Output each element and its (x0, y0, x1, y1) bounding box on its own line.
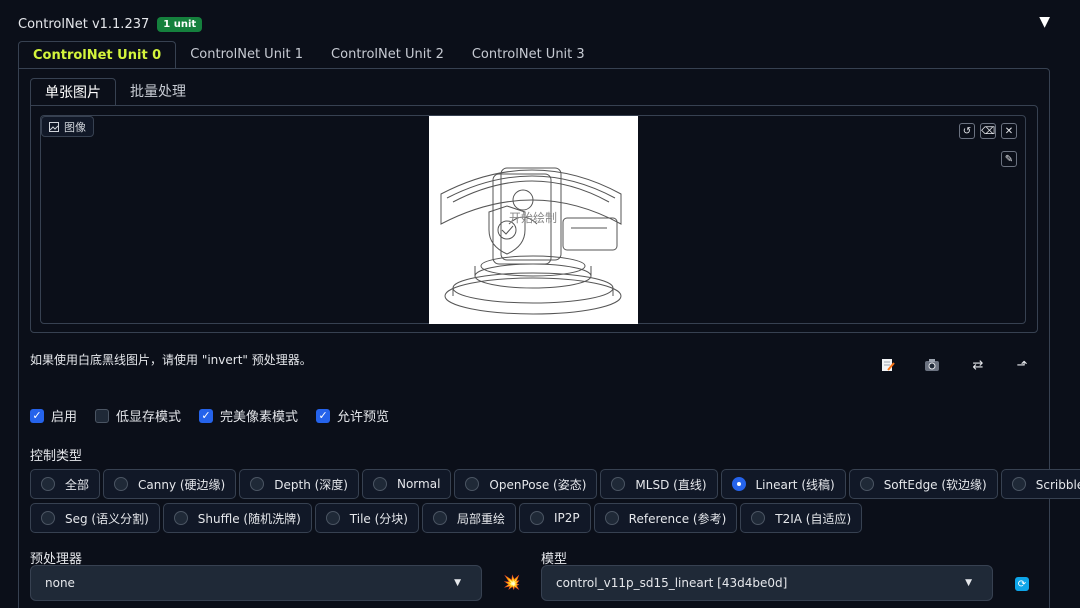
radio-seg[interactable]: Seg (语义分割) (30, 503, 160, 533)
chevron-down-icon: ▼ (454, 578, 461, 588)
image-label: 图像 (41, 116, 94, 137)
control-type-row-2: Seg (语义分割) Shuffle (随机洗牌) Tile (分块) 局部重绘… (30, 503, 863, 533)
allow-preview-label: 允许预览 (337, 410, 390, 425)
radio-normal[interactable]: Normal (361, 469, 452, 499)
radio-lineart[interactable]: Lineart (线稿) (720, 469, 846, 499)
enable-label: 启用 (51, 410, 78, 425)
camera-icon[interactable] (924, 357, 940, 373)
close-icon[interactable]: ✕ (1001, 123, 1017, 139)
undo-icon[interactable]: ↺ (959, 123, 975, 139)
image-mode-tabs: 单张图片 批量处理 (30, 78, 200, 106)
image-label-text: 图像 (64, 120, 86, 134)
image-icon (49, 121, 59, 132)
app-title: ControlNet v1.1.237 (18, 16, 150, 32)
low-vram-checkbox[interactable]: 低显存模式 (95, 406, 181, 425)
chevron-down-icon: ▼ (965, 578, 972, 588)
model-value: control_v11p_sd15_lineart [43d4be0d] (556, 576, 788, 590)
refresh-models-icon[interactable]: ⟳ (1015, 577, 1029, 591)
radio-tile[interactable]: Tile (分块) (314, 503, 419, 533)
image-canvas[interactable]: 开始绘制 (429, 116, 638, 324)
enable-checkbox[interactable]: ✓ 启用 (30, 406, 77, 425)
check-icon: ✓ (199, 408, 214, 423)
pixel-perfect-label: 完美像素模式 (220, 410, 299, 425)
send-icon[interactable]: ⬏ (1014, 357, 1030, 373)
unchecked-box (95, 408, 110, 423)
preprocessor-value: none (45, 576, 75, 590)
radio-softedge[interactable]: SoftEdge (软边缘) (848, 469, 998, 499)
model-select[interactable]: control_v11p_sd15_lineart [43d4be0d] ▼ (541, 565, 993, 601)
tab-unit-2[interactable]: ControlNet Unit 2 (317, 41, 458, 69)
check-icon: ✓ (316, 408, 331, 423)
control-type-label: 控制类型 (30, 449, 83, 464)
tab-unit-0[interactable]: ControlNet Unit 0 (18, 41, 177, 69)
option-checkboxes: ✓ 启用 低显存模式 ✓ 完美像素模式 ✓ 允许预览 (30, 406, 407, 425)
run-preprocessor-icon[interactable]: 💥 (503, 575, 520, 591)
canvas-start-text: 开始绘制 (509, 210, 557, 225)
preprocessor-select[interactable]: none ▼ (30, 565, 482, 601)
invert-hint: 如果使用白底黑线图片，请使用 "invert" 预处理器。 (30, 353, 312, 367)
tab-batch[interactable]: 批量处理 (116, 78, 200, 106)
pixel-perfect-checkbox[interactable]: ✓ 完美像素模式 (199, 406, 298, 425)
radio-canny[interactable]: Canny (硬边缘) (103, 469, 237, 499)
tab-unit-1[interactable]: ControlNet Unit 1 (176, 41, 317, 69)
radio-scribble[interactable]: Scribble (涂鸦) (1000, 469, 1080, 499)
radio-shuffle[interactable]: Shuffle (随机洗牌) (162, 503, 312, 533)
radio-all[interactable]: 全部 (30, 469, 101, 499)
swap-icon[interactable]: ⇄ (970, 357, 986, 373)
shield-illustration: 开始绘制 (440, 167, 622, 315)
edit-icon[interactable] (880, 357, 896, 373)
radio-depth[interactable]: Depth (深度) (239, 469, 359, 499)
check-icon: ✓ (30, 408, 44, 423)
unit-tabs: ControlNet Unit 0 ControlNet Unit 1 Cont… (18, 41, 599, 69)
radio-reference[interactable]: Reference (参考) (593, 503, 738, 533)
collapse-arrow-icon[interactable]: ▼ (1039, 14, 1050, 30)
eraser-icon[interactable]: ⌫ (980, 123, 996, 139)
accordion-header[interactable]: ControlNet v1.1.237 1 unit ▼ (18, 14, 1050, 34)
unit-count-badge: 1 unit (157, 16, 203, 32)
radio-mlsd[interactable]: MLSD (直线) (600, 469, 718, 499)
radio-inpaint[interactable]: 局部重绘 (422, 503, 517, 533)
tab-unit-3[interactable]: ControlNet Unit 3 (458, 41, 599, 69)
radio-t2ia[interactable]: T2IA (自适应) (740, 503, 863, 533)
low-vram-label: 低显存模式 (116, 410, 182, 425)
allow-preview-checkbox[interactable]: ✓ 允许预览 (316, 406, 389, 425)
radio-openpose[interactable]: OpenPose (姿态) (454, 469, 598, 499)
tab-single-image[interactable]: 单张图片 (30, 78, 116, 106)
brush-icon[interactable]: ✎ (1001, 151, 1017, 167)
control-type-row-1: 全部 Canny (硬边缘) Depth (深度) Normal OpenPos… (30, 469, 1080, 499)
radio-ip2p[interactable]: IP2P (519, 503, 591, 533)
